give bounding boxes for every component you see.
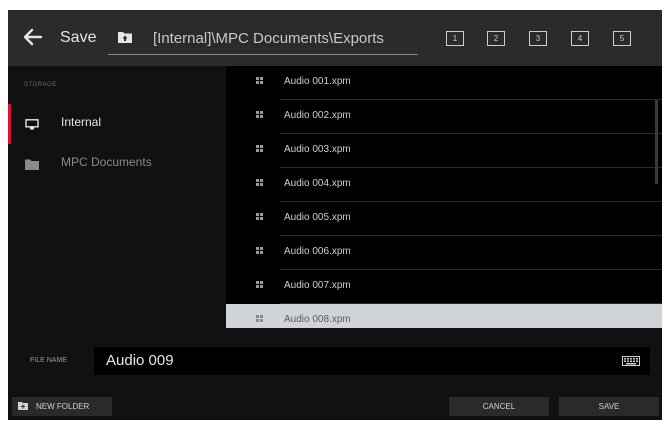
file-name-label: Audio 001.xpm <box>284 76 351 87</box>
back-button[interactable] <box>22 26 44 48</box>
save-dialog: Save [Internal]\MPC Documents\Exports 1 … <box>8 10 662 420</box>
quick-slot-5[interactable]: 5 <box>613 31 631 46</box>
sidebar-item-internal[interactable]: Internal <box>8 104 226 144</box>
grid-icon <box>256 145 263 152</box>
list-scrollbar[interactable] <box>655 100 658 184</box>
new-folder-icon <box>18 402 28 410</box>
keyboard-icon[interactable] <box>622 356 640 366</box>
path-field[interactable]: [Internal]\MPC Documents\Exports <box>153 29 384 49</box>
file-row[interactable]: Audio 007.xpm <box>226 270 662 304</box>
file-name-label: Audio 004.xpm <box>284 178 351 189</box>
quick-slot-3[interactable]: 3 <box>529 31 547 46</box>
file-row[interactable]: Audio 003.xpm <box>226 134 662 168</box>
folder-up-icon <box>118 32 132 43</box>
sidebar-item-mpc-documents[interactable]: MPC Documents <box>8 144 226 184</box>
sidebar-item-label: MPC Documents <box>61 155 152 169</box>
file-name-label: Audio 002.xpm <box>284 110 351 121</box>
active-indicator <box>8 104 11 144</box>
new-folder-button[interactable]: NEW FOLDER <box>12 397 112 416</box>
arrow-left-icon <box>23 28 43 46</box>
file-name-label: Audio 008.xpm <box>284 314 351 325</box>
cancel-button[interactable]: CANCEL <box>449 397 549 416</box>
file-list: Audio 001.xpm Audio 002.xpm Audio 003.xp… <box>226 66 662 338</box>
monitor-icon <box>25 117 39 130</box>
grid-icon <box>256 315 263 322</box>
file-name-label: Audio 003.xpm <box>284 144 351 155</box>
file-name-label: Audio 006.xpm <box>284 246 351 257</box>
path-underline <box>108 54 418 55</box>
quick-slot-2[interactable]: 2 <box>487 31 505 46</box>
header-bar: Save [Internal]\MPC Documents\Exports 1 … <box>8 10 662 66</box>
file-row[interactable]: Audio 004.xpm <box>226 168 662 202</box>
footer-bar: NEW FOLDER CANCEL SAVE <box>8 392 662 420</box>
grid-icon <box>256 179 263 186</box>
grid-icon <box>256 111 263 118</box>
file-name-field[interactable]: Audio 009 <box>94 347 650 375</box>
file-name-label: Audio 007.xpm <box>284 280 351 291</box>
new-folder-label: NEW FOLDER <box>36 402 90 411</box>
grid-icon <box>256 213 263 220</box>
grid-icon <box>256 281 263 288</box>
file-row[interactable]: Audio 006.xpm <box>226 236 662 270</box>
folder-up-button[interactable] <box>118 30 132 43</box>
file-name-value: Audio 009 <box>106 352 174 369</box>
file-name-area: FILE NAME Audio 009 <box>8 328 662 392</box>
save-button[interactable]: SAVE <box>559 397 659 416</box>
grid-icon <box>256 247 263 254</box>
file-row[interactable]: Audio 001.xpm <box>226 66 662 100</box>
file-row[interactable]: Audio 005.xpm <box>226 202 662 236</box>
storage-section-label: STORAGE <box>24 82 57 88</box>
file-name-label: FILE NAME <box>30 357 67 364</box>
page-title: Save <box>60 29 97 46</box>
folder-icon <box>25 157 39 170</box>
file-row[interactable]: Audio 002.xpm <box>226 100 662 134</box>
quick-slot-1[interactable]: 1 <box>446 31 464 46</box>
quick-slot-4[interactable]: 4 <box>571 31 589 46</box>
grid-icon <box>256 77 263 84</box>
file-name-label: Audio 005.xpm <box>284 212 351 223</box>
storage-sidebar: STORAGE Internal MPC Documents <box>8 66 226 328</box>
sidebar-item-label: Internal <box>61 115 102 129</box>
